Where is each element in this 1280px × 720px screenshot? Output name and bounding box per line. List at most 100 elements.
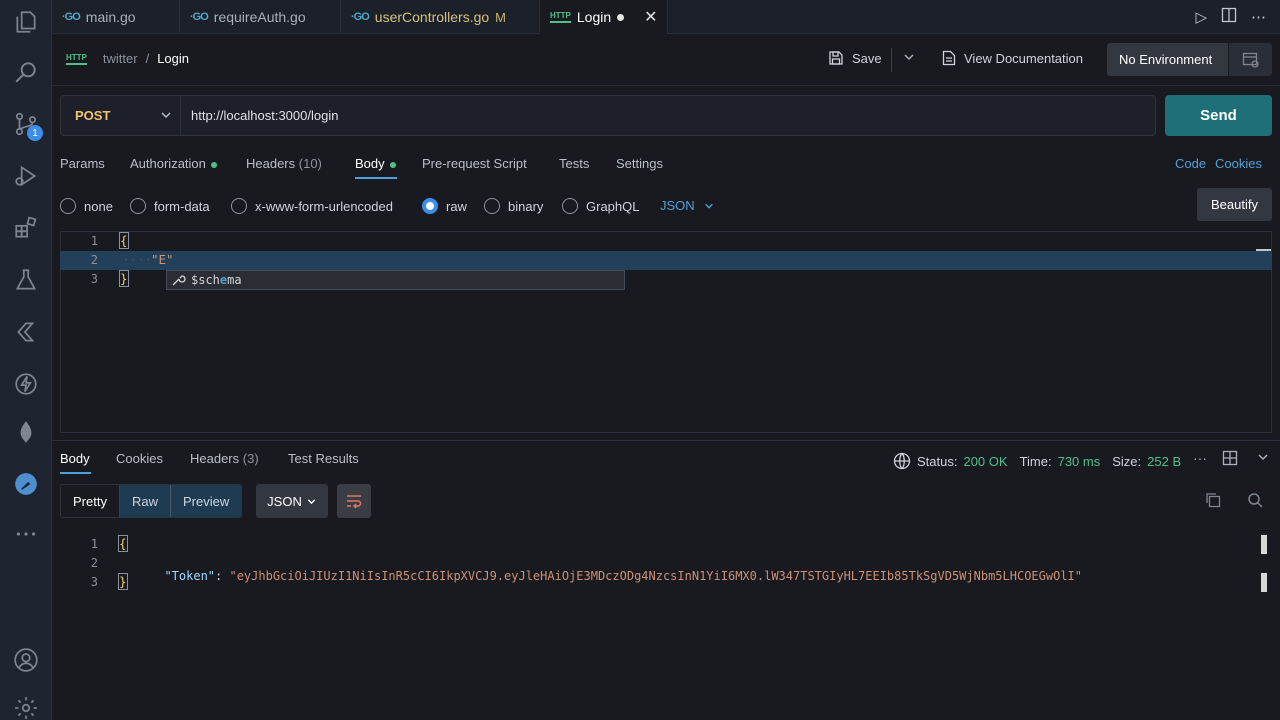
settings-gear-icon[interactable] — [0, 686, 52, 720]
account-icon[interactable] — [0, 638, 52, 682]
thunder-client-icon[interactable] — [0, 310, 52, 354]
size-value: 252 B — [1147, 453, 1182, 469]
run-icon[interactable]: ▷ — [1195, 8, 1207, 26]
code-line-2[interactable]: "E" — [151, 252, 174, 267]
lightning-icon[interactable] — [0, 362, 52, 406]
active-dot-icon — [389, 161, 396, 168]
tab-tests[interactable]: Tests — [559, 156, 589, 171]
copy-icon[interactable] — [1205, 492, 1221, 511]
response-line-2: "Token": "eyJhbGciOiJIUzI1NiIsInR5cCI6Ik… — [150, 555, 1082, 583]
send-button[interactable]: Send — [1165, 95, 1272, 136]
indent-guide: ···· — [122, 252, 153, 267]
environment-quick-look-icon[interactable] — [1228, 43, 1272, 76]
save-icon — [829, 51, 843, 65]
source-control-badge: 1 — [27, 125, 43, 141]
divider — [891, 48, 892, 72]
status-value: 200 OK — [963, 453, 1008, 469]
chevron-down-icon — [307, 498, 315, 504]
radio-circle-selected — [422, 198, 438, 214]
active-response-tab-underline — [60, 472, 91, 474]
url-input[interactable]: http://localhost:3000/login — [191, 108, 338, 123]
response-tab-cookies[interactable]: Cookies — [116, 451, 163, 466]
postman-icon[interactable] — [0, 462, 52, 506]
source-control-icon[interactable]: 1 — [0, 102, 52, 146]
collapse-chevron-icon[interactable] — [1256, 450, 1270, 467]
method-select[interactable]: POST — [61, 96, 181, 135]
run-debug-icon[interactable] — [0, 154, 52, 198]
tab-login[interactable]: HTTP Login ✕ — [540, 0, 668, 34]
search-icon[interactable] — [0, 50, 52, 94]
tab-headers[interactable]: Headers (10) — [246, 156, 322, 171]
extensions-icon[interactable] — [0, 206, 52, 250]
radio-circle — [60, 198, 76, 214]
modified-indicator: M — [495, 9, 507, 25]
save-button[interactable]: Save — [828, 50, 882, 66]
code-link[interactable]: Code — [1175, 156, 1206, 171]
view-raw-button[interactable]: Raw — [119, 485, 170, 517]
body-language-select[interactable]: JSON — [660, 198, 715, 213]
tab-main-go[interactable]: ·GO main.go — [52, 0, 180, 34]
mongodb-leaf-icon[interactable] — [0, 410, 52, 454]
more-actions-icon[interactable]: ⋯ — [1251, 8, 1266, 26]
response-more-icon[interactable]: ··· — [1193, 450, 1207, 466]
suggestion-text-suffix: ma — [227, 273, 242, 287]
response-tab-body[interactable]: Body — [60, 451, 90, 466]
method-label: POST — [75, 108, 111, 123]
view-preview-button[interactable]: Preview — [169, 485, 242, 517]
cookies-link[interactable]: Cookies — [1215, 156, 1262, 171]
code-line-1[interactable]: { — [119, 232, 129, 249]
save-label: Save — [852, 50, 882, 66]
save-options-chevron-icon[interactable] — [902, 50, 916, 67]
response-divider[interactable] — [52, 440, 1280, 441]
breadcrumb-workspace[interactable]: twitter — [103, 51, 138, 66]
layout-toggle-icon[interactable] — [1222, 450, 1238, 469]
radio-label: raw — [446, 198, 467, 214]
tab-settings[interactable]: Settings — [616, 156, 663, 171]
radio-circle — [484, 198, 500, 214]
tab-authorization[interactable]: Authorization — [130, 156, 217, 171]
response-tab-headers-label: Headers — [190, 451, 240, 466]
tab-body[interactable]: Body — [355, 156, 396, 171]
tab-require-auth-go[interactable]: ·GO requireAuth.go — [180, 0, 341, 34]
active-dot-icon — [210, 161, 217, 168]
radio-binary[interactable]: binary — [484, 198, 543, 214]
response-tab-test-results[interactable]: Test Results — [288, 451, 359, 466]
explorer-icon[interactable] — [0, 0, 52, 44]
chevron-down-icon — [704, 203, 713, 209]
wrap-lines-button[interactable] — [337, 484, 371, 518]
testing-flask-icon[interactable] — [0, 258, 52, 302]
autocomplete-suggestion[interactable]: $sch e ma — [166, 270, 625, 290]
search-response-icon[interactable] — [1247, 492, 1263, 511]
response-format-select[interactable]: JSON — [256, 484, 328, 518]
more-icon[interactable] — [0, 512, 52, 556]
view-documentation-button[interactable]: View Documentation — [942, 50, 1083, 66]
code-line-3[interactable]: } — [119, 270, 129, 287]
response-tab-headers[interactable]: Headers (3) — [190, 451, 259, 466]
view-pretty-button[interactable]: Pretty — [61, 485, 120, 517]
radio-graphql[interactable]: GraphQL — [562, 198, 639, 214]
scrollbar-marker — [1261, 573, 1267, 592]
radio-none[interactable]: none — [60, 198, 113, 214]
breadcrumb-request-name[interactable]: Login — [157, 51, 189, 66]
tab-headers-label: Headers — [246, 156, 296, 171]
split-editor-icon[interactable] — [1221, 7, 1237, 27]
radio-urlencoded[interactable]: x-www-form-urlencoded — [231, 198, 393, 214]
scrollbar-marker — [1256, 249, 1271, 251]
close-tab-icon[interactable]: ✕ — [644, 7, 657, 27]
tab-label: main.go — [85, 9, 136, 25]
tab-pre-request-script[interactable]: Pre-request Script — [422, 156, 527, 171]
tab-params[interactable]: Params — [60, 156, 105, 171]
go-file-icon: ·GO — [190, 11, 209, 23]
radio-circle — [562, 198, 578, 214]
tab-user-controllers-go[interactable]: ·GO userControllers.go M — [341, 0, 540, 34]
line-number: 1 — [90, 537, 98, 551]
radio-raw[interactable]: raw — [422, 198, 467, 214]
document-icon — [942, 50, 956, 66]
globe-icon[interactable] — [893, 452, 911, 470]
tab-label: Login — [576, 9, 612, 25]
breadcrumb: HTTP twitter / Login — [66, 51, 189, 66]
beautify-button[interactable]: Beautify — [1197, 188, 1272, 221]
radio-form-data[interactable]: form-data — [130, 198, 210, 214]
environment-label: No Environment — [1119, 52, 1213, 67]
radio-label: binary — [508, 198, 544, 214]
